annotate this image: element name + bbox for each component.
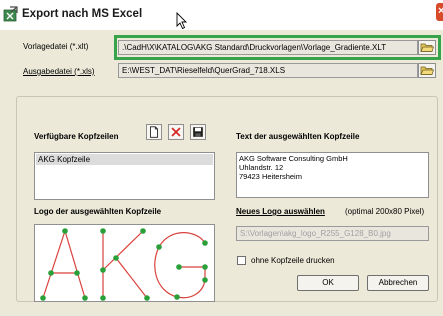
mouse-cursor-icon [176,12,188,30]
no-header-label: ohne Kopfzeile drucken [251,256,335,265]
export-dialog: Export nach MS Excel × Vorlagedatei (*.x… [0,0,443,316]
close-icon: × [438,5,443,17]
template-file-field[interactable]: .\CadH\X\KATALOG\AKG Standard\Druckvorla… [118,40,418,55]
akg-logo-strokes [42,228,206,299]
floppy-save-icon [193,127,203,137]
save-header-button[interactable] [190,124,206,140]
title-bar[interactable]: Export nach MS Excel × [0,0,443,30]
logo-label: Logo der ausgewählten Kopfzeile [34,207,162,216]
output-folder-button[interactable] [418,63,436,78]
excel-export-icon [3,6,18,22]
output-file-field[interactable]: E:\WEST_DAT\Rieselfeld\QuerGrad_718.XLS [118,63,418,78]
list-item[interactable]: AKG Kopfzeile [36,154,213,165]
no-header-checkbox[interactable] [237,256,246,265]
delete-x-icon [171,127,181,137]
close-button[interactable]: × [436,3,443,21]
header-text-label: Text der ausgewählten Kopfzeile [236,132,360,141]
available-headers-label: Verfügbare Kopfzeilen [34,132,119,141]
ok-button[interactable]: OK [297,275,359,291]
logo-path-field[interactable]: S:\Vorlagen\akg_logo_R255_G128_B0.jpg [236,226,429,241]
logo-preview [34,224,215,302]
new-document-icon [150,126,158,138]
template-file-label: Vorlagedatei (*.xlt) [23,42,89,51]
header-text-area[interactable]: AKG Software Consulting GmbH Uhlandstr. … [236,152,429,198]
available-headers-list[interactable]: AKG Kopfzeile [34,152,215,200]
akg-logo-image [40,228,208,301]
new-header-button[interactable] [146,124,162,140]
delete-header-button[interactable] [168,124,184,140]
window-title: Export nach MS Excel [22,8,143,20]
logo-size-hint: (optimal 200x80 Pixel) [345,207,425,216]
akg-logo-nodes [40,228,208,301]
template-folder-button[interactable] [418,40,436,55]
cancel-button[interactable]: Abbrechen [367,275,429,291]
select-logo-link[interactable]: Neues Logo auswählen [236,207,325,216]
output-file-label: Ausgabedatei (*.xls) [23,67,95,76]
